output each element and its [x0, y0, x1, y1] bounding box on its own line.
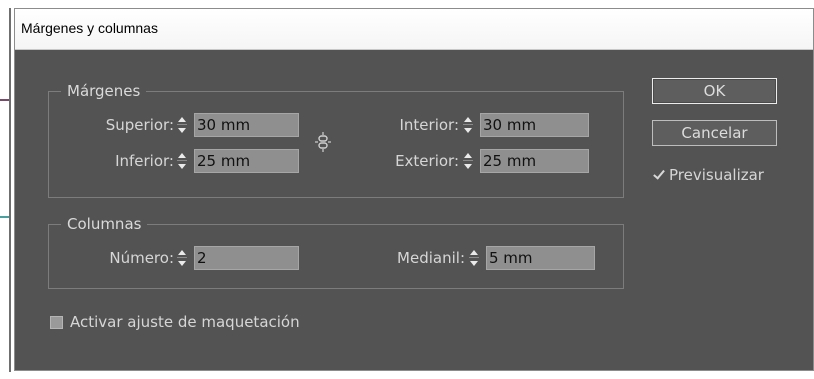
dialog-titlebar[interactable]: Márgenes y columnas — [15, 9, 813, 50]
edge-mark — [0, 99, 9, 101]
outside-margin-label: Exterior: — [395, 152, 459, 170]
inside-margin-spinner[interactable] — [461, 113, 477, 137]
dialog-title: Márgenes y columnas — [21, 20, 158, 36]
column-number-input[interactable]: 2 — [194, 246, 299, 270]
background-window-edge — [0, 0, 14, 379]
margins-legend: Márgenes — [61, 82, 147, 100]
column-number-spinner[interactable] — [175, 246, 191, 270]
spin-up-icon[interactable] — [464, 117, 472, 122]
column-number-label: Número: — [109, 249, 174, 267]
bottom-margin-spinner[interactable] — [175, 149, 191, 173]
gutter-label: Medianil: — [397, 249, 465, 267]
layout-adjust-label: Activar ajuste de maquetación — [70, 313, 300, 331]
gutter-spinner[interactable] — [467, 246, 483, 270]
outside-margin-spinner[interactable] — [461, 149, 477, 173]
ok-button[interactable]: OK — [652, 78, 777, 104]
margins-columns-dialog: Márgenes y columnas Márgenes Superior: 3… — [14, 8, 814, 371]
columns-legend: Columnas — [61, 215, 148, 233]
spin-up-icon[interactable] — [178, 250, 186, 255]
spin-up-icon[interactable] — [178, 153, 186, 158]
window-edge-line — [9, 8, 11, 372]
layout-adjust-checkbox[interactable] — [50, 316, 63, 329]
chain-link-icon[interactable] — [314, 132, 332, 152]
dialog-body: Márgenes Superior: 30 mm Inferior: 25 mm — [15, 50, 813, 370]
bottom-margin-input[interactable]: 25 mm — [194, 149, 299, 173]
margins-group: Márgenes Superior: 30 mm Inferior: 25 mm — [48, 82, 624, 198]
spin-down-icon[interactable] — [178, 128, 186, 133]
gutter-input[interactable]: 5 mm — [486, 246, 595, 270]
inside-margin-input[interactable]: 30 mm — [480, 113, 589, 137]
spin-down-icon[interactable] — [178, 164, 186, 169]
spin-up-icon[interactable] — [464, 153, 472, 158]
preview-checkbox[interactable] — [652, 168, 665, 181]
top-margin-spinner[interactable] — [175, 113, 191, 137]
cancel-button[interactable]: Cancelar — [652, 120, 777, 146]
edge-mark — [0, 216, 9, 218]
preview-label: Previsualizar — [669, 166, 764, 184]
spin-down-icon[interactable] — [464, 164, 472, 169]
spin-down-icon[interactable] — [178, 261, 186, 266]
outside-margin-input[interactable]: 25 mm — [480, 149, 589, 173]
preview-row[interactable]: Previsualizar — [652, 166, 802, 184]
layout-adjust-row[interactable]: Activar ajuste de maquetación — [50, 313, 350, 331]
inside-margin-label: Interior: — [399, 116, 459, 134]
columns-group: Columnas Número: 2 Medianil: 5 mm — [48, 215, 624, 289]
spin-up-icon[interactable] — [470, 250, 478, 255]
bottom-margin-label: Inferior: — [115, 152, 174, 170]
spin-down-icon[interactable] — [470, 261, 478, 266]
top-margin-input[interactable]: 30 mm — [194, 113, 299, 137]
spin-up-icon[interactable] — [178, 117, 186, 122]
spin-down-icon[interactable] — [464, 128, 472, 133]
top-margin-label: Superior: — [105, 116, 174, 134]
